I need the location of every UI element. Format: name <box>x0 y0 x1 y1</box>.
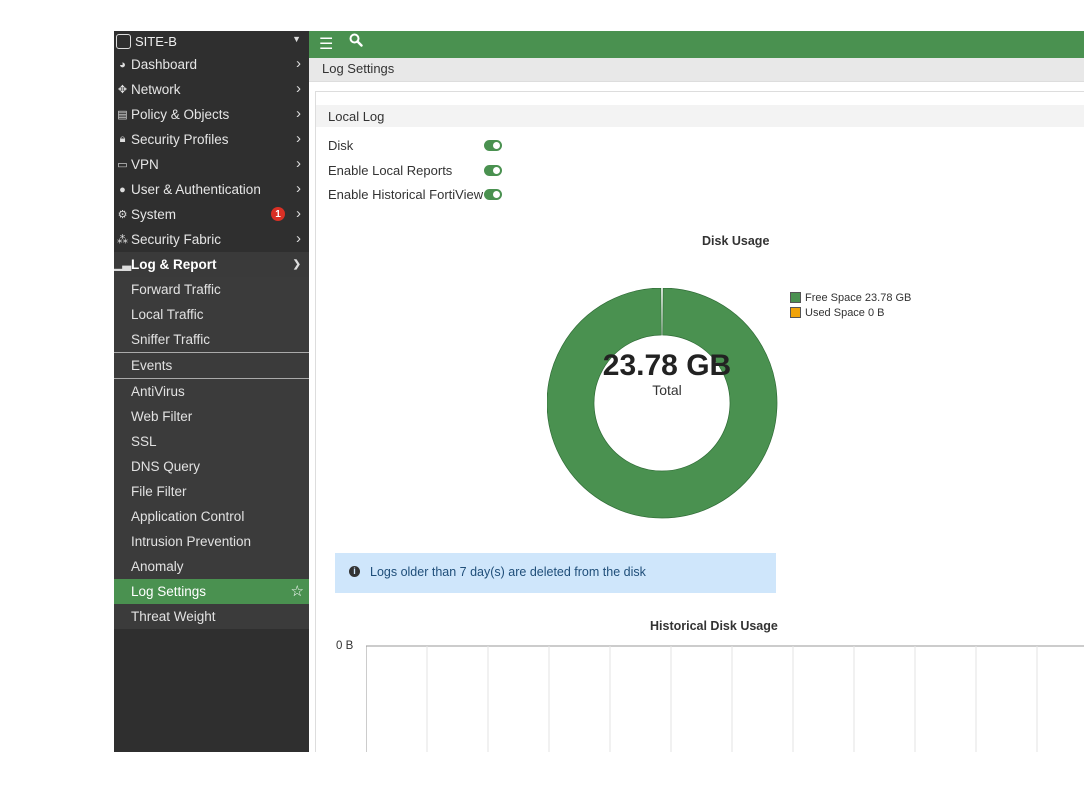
disk-toggle[interactable] <box>484 140 502 151</box>
legend-swatch-free <box>790 292 801 303</box>
submenu-events[interactable]: Events <box>114 352 309 378</box>
chart-icon: ▁▃ <box>114 259 131 271</box>
submenu-log-settings[interactable]: Log Settings ☆ <box>114 579 309 604</box>
network-icon: ✥ <box>117 84 128 96</box>
y-axis-tick-label: 0 B <box>336 640 354 652</box>
historical-disk-usage-title: Historical Disk Usage <box>650 619 778 633</box>
sidebar-item-vpn[interactable]: ▭ VPN › <box>114 152 309 177</box>
sidebar-item-dashboard[interactable]: ◕ Dashboard › <box>114 52 309 77</box>
disk-usage-title: Disk Usage <box>702 234 770 248</box>
app-window: SITE-B ▼ ◕ Dashboard › ✥ Network › ▤ Pol… <box>114 31 1084 752</box>
gear-icon: ⚙ <box>117 209 128 221</box>
total-value: 23.78 GB <box>602 349 732 382</box>
submenu-log-settings-label: Log Settings <box>131 584 207 599</box>
chevron-down-icon: ❯ <box>292 259 301 270</box>
chevron-right-icon: › <box>296 155 301 172</box>
sidebar-item-user-authentication[interactable]: ● User & Authentication › <box>114 177 309 202</box>
legend-item-free[interactable]: Free Space 23.78 GB <box>790 290 911 305</box>
sidebar-item-label: Dashboard <box>131 57 198 72</box>
submenu-intrusion-prevention[interactable]: Intrusion Prevention <box>114 529 309 554</box>
fortigate-device-icon <box>116 34 131 49</box>
sidebar-item-label: Network <box>131 82 181 97</box>
sidebar-item-network[interactable]: ✥ Network › <box>114 77 309 102</box>
search-icon[interactable] <box>349 33 363 50</box>
submenu-local-traffic[interactable]: Local Traffic <box>114 302 309 327</box>
sidebar-item-label: Security Fabric <box>131 232 222 247</box>
policy-icon: ▤ <box>117 109 128 121</box>
setting-label-disk: Disk <box>328 138 354 153</box>
chevron-right-icon: › <box>296 130 301 147</box>
star-icon[interactable]: ☆ <box>291 582 304 600</box>
caret-down-icon: ▼ <box>292 34 301 44</box>
historical-disk-usage-chart <box>366 645 1084 752</box>
submenu-threat-weight[interactable]: Threat Weight <box>114 604 309 629</box>
top-bar: ☰ <box>309 31 1084 58</box>
submenu-antivirus[interactable]: AntiVirus <box>114 378 309 404</box>
sidebar-item-label: User & Authentication <box>131 182 261 197</box>
page-title: Log Settings <box>322 61 395 76</box>
sidebar-item-label: System <box>131 207 177 222</box>
setting-label-historical-fortiview: Enable Historical FortiView <box>328 187 484 202</box>
local-reports-toggle[interactable] <box>484 165 502 176</box>
laptop-icon: ▭ <box>117 159 128 171</box>
disk-usage-legend: Free Space 23.78 GB Used Space 0 B <box>790 290 911 320</box>
legend-label-used: Used Space 0 B <box>805 306 885 319</box>
sidebar-item-label: Policy & Objects <box>131 107 230 122</box>
submenu-sniffer-traffic[interactable]: Sniffer Traffic <box>114 327 309 352</box>
local-log-section-header: Local Log <box>316 105 1084 127</box>
legend-swatch-used <box>790 307 801 318</box>
legend-item-used[interactable]: Used Space 0 B <box>790 305 911 320</box>
sidebar-item-policy-objects[interactable]: ▤ Policy & Objects › <box>114 102 309 127</box>
sidebar-item-security-fabric[interactable]: ⁂ Security Fabric › <box>114 227 309 252</box>
sidebar-item-label: Security Profiles <box>131 132 229 147</box>
disk-usage-donut <box>547 288 778 519</box>
lock-icon: 🔒︎ <box>119 133 126 145</box>
chevron-right-icon: › <box>296 230 301 247</box>
retention-notice: i Logs older than 7 day(s) are deleted f… <box>335 553 776 593</box>
submenu-file-filter[interactable]: File Filter <box>114 479 309 504</box>
sidebar: SITE-B ▼ ◕ Dashboard › ✥ Network › ▤ Pol… <box>114 31 309 752</box>
donut-slice-free-space[interactable] <box>547 288 778 519</box>
submenu-anomaly[interactable]: Anomaly <box>114 554 309 579</box>
chevron-right-icon: › <box>296 105 301 122</box>
chevron-right-icon: › <box>296 180 301 197</box>
submenu-web-filter[interactable]: Web Filter <box>114 404 309 429</box>
retention-notice-text: Logs older than 7 day(s) are deleted fro… <box>370 565 646 579</box>
total-label: Total <box>652 382 682 398</box>
historical-fortiview-toggle[interactable] <box>484 189 502 200</box>
submenu-dns-query[interactable]: DNS Query <box>114 454 309 479</box>
chevron-right-icon: › <box>296 205 301 222</box>
setting-label-local-reports: Enable Local Reports <box>328 163 453 178</box>
sidebar-item-label: VPN <box>131 157 159 172</box>
sidebar-item-log-report[interactable]: ▁▃ Log & Report ❯ <box>114 252 309 277</box>
info-icon: i <box>349 566 360 577</box>
fabric-icon: ⁂ <box>117 234 128 246</box>
main-content: Local Log Disk Enable Local Reports Enab… <box>315 91 1084 752</box>
log-report-submenu: Forward Traffic Local Traffic Sniffer Tr… <box>114 277 309 629</box>
section-title: Local Log <box>328 109 385 124</box>
sidebar-item-system[interactable]: ⚙ System 1 › <box>114 202 309 227</box>
chevron-right-icon: › <box>296 55 301 72</box>
sidebar-item-security-profiles[interactable]: 🔒︎ Security Profiles › <box>114 127 309 152</box>
dashboard-icon: ◕ <box>119 58 126 71</box>
notification-badge: 1 <box>271 207 285 221</box>
donut-center-label: 23.78 GB Total <box>549 349 785 399</box>
user-icon: ● <box>119 183 126 196</box>
submenu-ssl[interactable]: SSL <box>114 429 309 454</box>
breadcrumb: Log Settings <box>309 58 1084 82</box>
submenu-forward-traffic[interactable]: Forward Traffic <box>114 277 309 302</box>
device-selector[interactable]: SITE-B ▼ <box>114 31 309 52</box>
legend-label-free: Free Space 23.78 GB <box>805 291 912 304</box>
hamburger-menu-icon[interactable]: ☰ <box>319 34 333 54</box>
sidebar-item-label: Log & Report <box>131 257 217 272</box>
submenu-application-control[interactable]: Application Control <box>114 504 309 529</box>
device-name: SITE-B <box>135 34 177 49</box>
chevron-right-icon: › <box>296 80 301 97</box>
